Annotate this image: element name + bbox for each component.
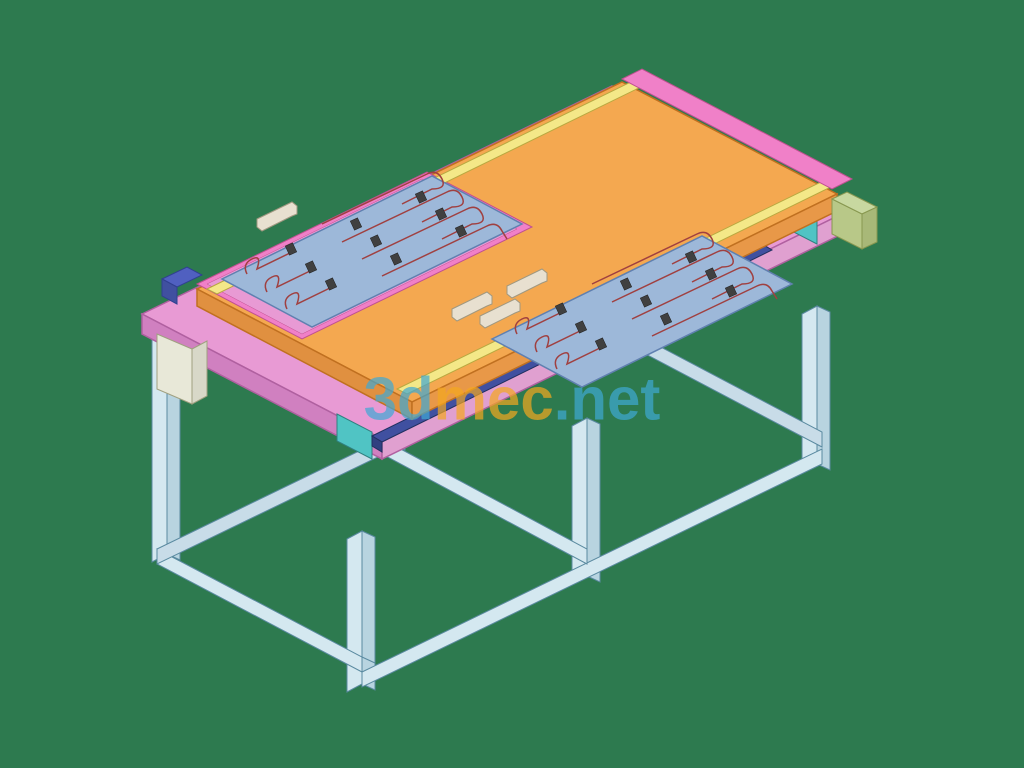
cad-model-view	[62, 44, 962, 724]
end-actuators	[832, 192, 877, 249]
isometric-model-svg	[62, 44, 962, 724]
